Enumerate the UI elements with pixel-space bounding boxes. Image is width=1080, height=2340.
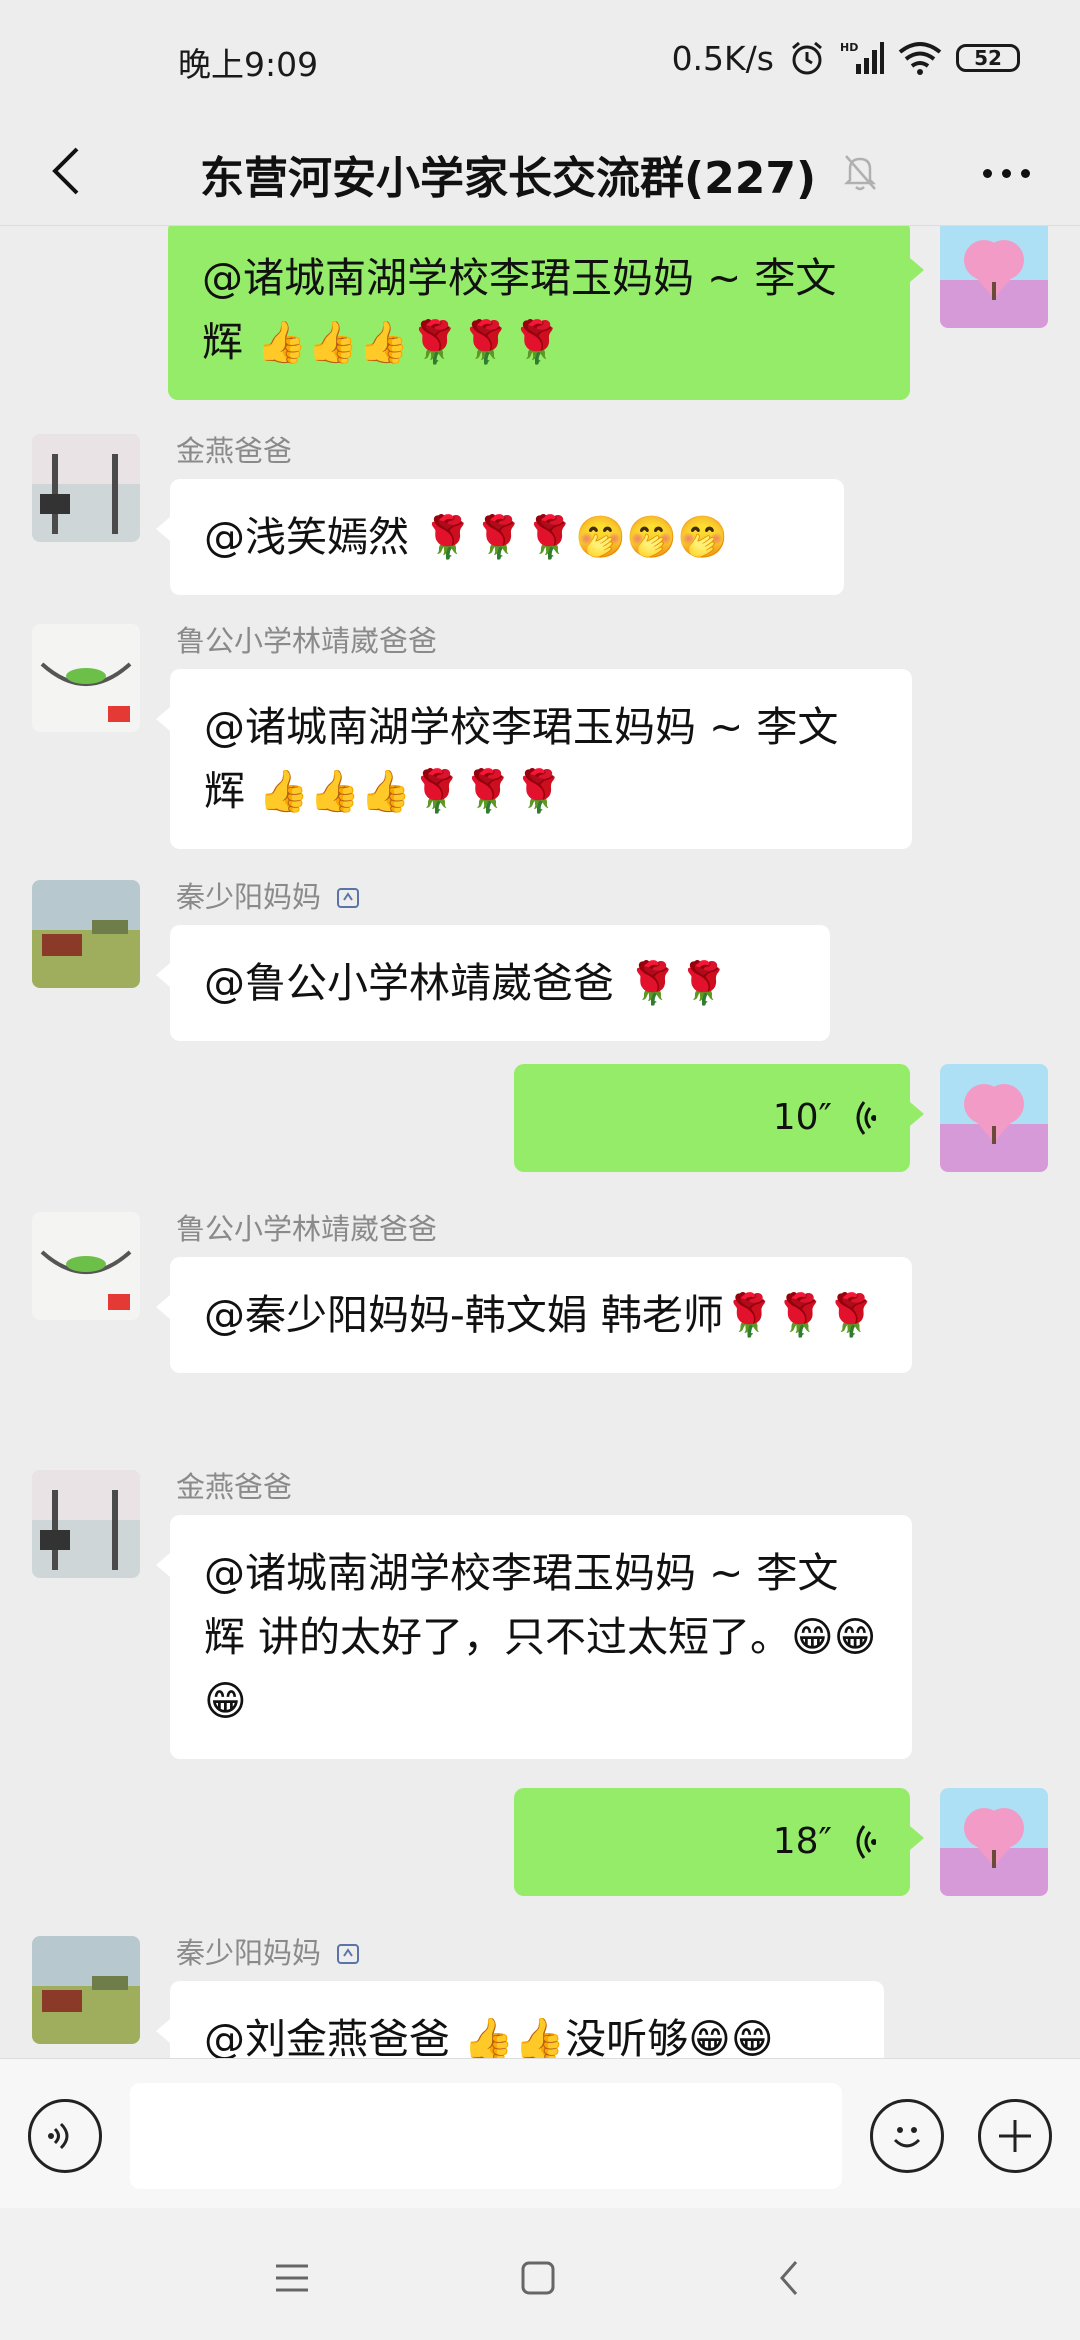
wifi-icon	[898, 42, 942, 75]
avatar[interactable]	[32, 624, 140, 732]
heart-tree-avatar-icon	[940, 1064, 1048, 1172]
battery-indicator: 52	[956, 44, 1020, 72]
avatar[interactable]	[32, 1212, 140, 1320]
heart-tree-avatar-icon	[940, 226, 1048, 328]
message-text: @鲁公小学林靖崴爸爸 🌹🌹	[204, 959, 730, 1007]
status-icons: 0.5K/s HD 52	[672, 36, 1020, 80]
avatar[interactable]	[940, 1064, 1048, 1172]
nav-home-button[interactable]	[508, 2248, 568, 2308]
voice-duration: 18″	[772, 1821, 832, 1862]
message-bubble[interactable]: @刘金燕爸爸 👍👍没听够😁😁	[156, 1981, 884, 2058]
voice-message-bubble[interactable]: 10″	[514, 1064, 924, 1172]
alarm-icon	[792, 41, 822, 75]
voice-duration: 10″	[772, 1097, 832, 1138]
svg-text:HD: HD	[840, 41, 858, 54]
chevron-left-icon	[780, 2261, 798, 2295]
avatar[interactable]	[32, 1936, 140, 2044]
message-text: @刘金燕爸爸 👍👍没听够😁😁	[204, 2015, 774, 2058]
heart-tree-avatar-icon	[940, 1788, 1048, 1896]
voice-input-button[interactable]	[28, 2099, 102, 2173]
more-options-button[interactable]	[966, 138, 1046, 208]
sender-name-text: 秦少阳妈妈	[176, 1936, 322, 1970]
message-bubble[interactable]: @秦少阳妈妈-韩文娟 韩老师🌹🌹🌹	[156, 1257, 912, 1373]
input-bar	[0, 2058, 1080, 2208]
nav-menu-button[interactable]	[262, 2248, 322, 2308]
cherry-blossom-avatar-icon	[32, 1470, 140, 1578]
message-bubble[interactable]: @诸城南湖学校李珺玉妈妈 ~ 李文辉 讲的太好了，只不过太短了。😁😁😁	[156, 1515, 912, 1759]
chat-header: 东营河安小学家长交流群(227)	[0, 118, 1080, 226]
more-functions-button[interactable]	[978, 2099, 1052, 2173]
verified-badge-icon	[337, 888, 360, 908]
sender-name: 秦少阳妈妈	[176, 874, 362, 916]
message-bubble[interactable]: @诸城南湖学校李珺玉妈妈 ~ 李文辉 👍👍👍🌹🌹🌹	[168, 226, 924, 400]
nav-back-button[interactable]	[758, 2248, 818, 2308]
avatar[interactable]	[940, 226, 1048, 328]
message-bubble[interactable]: @鲁公小学林靖崴爸爸 🌹🌹	[156, 925, 830, 1041]
message-text: @浅笑嫣然 🌹🌹🌹🤭🤭🤭	[204, 513, 729, 561]
avatar[interactable]	[32, 1470, 140, 1578]
verified-badge-icon	[337, 1944, 360, 1964]
message-bubble[interactable]: @诸城南湖学校李珺玉妈妈 ~ 李文辉 👍👍👍🌹🌹🌹	[156, 669, 912, 849]
more-dot-icon	[982, 168, 992, 178]
avatar[interactable]	[32, 434, 140, 542]
more-dot-icon	[1001, 168, 1011, 178]
message-input[interactable]	[130, 2083, 842, 2189]
hammock-avatar-icon	[32, 624, 140, 732]
emoji-button[interactable]	[870, 2099, 944, 2173]
sender-name: 金燕爸爸	[176, 1470, 293, 1504]
menu-icon	[276, 2264, 308, 2292]
system-nav-bar	[0, 2208, 1080, 2340]
voice-wave-icon	[856, 1101, 876, 1135]
signal-icon: HD	[840, 41, 884, 74]
status-time: 晚上9:09	[178, 45, 319, 84]
voice-wave-icon	[48, 2122, 69, 2150]
voice-wave-icon	[856, 1825, 876, 1859]
chat-title: 东营河安小学家长交流群(227)	[200, 153, 817, 204]
sender-name-text: 秦少阳妈妈	[176, 880, 322, 914]
message-text: @诸城南湖学校李珺玉妈妈 ~ 李文辉 👍👍👍🌹🌹🌹	[202, 254, 837, 366]
chevron-left-icon	[52, 147, 79, 195]
message-text: @诸城南湖学校李珺玉妈妈 ~ 李文辉 👍👍👍🌹🌹🌹	[204, 703, 839, 815]
message-text: @诸城南湖学校李珺玉妈妈 ~ 李文辉 讲的太好了，只不过太短了。😁😁😁	[204, 1549, 877, 1725]
message-text: @秦少阳妈妈-韩文娟 韩老师🌹🌹🌹	[204, 1291, 877, 1339]
mute-bell-icon	[842, 152, 878, 196]
cherry-blossom-avatar-icon	[32, 434, 140, 542]
sender-name: 秦少阳妈妈	[176, 1930, 362, 1972]
avatar[interactable]	[940, 1788, 1048, 1896]
avatar[interactable]	[32, 880, 140, 988]
sender-name: 金燕爸爸	[176, 434, 293, 468]
status-bar: 晚上9:09 0.5K/s HD 52	[0, 0, 1080, 118]
plus-icon	[999, 2120, 1031, 2152]
back-button[interactable]	[30, 136, 100, 206]
net-speed: 0.5K/s	[671, 38, 774, 78]
smiley-icon	[893, 2127, 921, 2148]
sender-name: 鲁公小学林靖崴爸爸	[176, 624, 438, 658]
message-bubble[interactable]: @浅笑嫣然 🌹🌹🌹🤭🤭🤭	[156, 479, 844, 595]
field-tractor-avatar-icon	[32, 1936, 140, 2044]
sender-name: 鲁公小学林靖崴爸爸	[176, 1212, 438, 1246]
home-square-icon	[521, 2261, 555, 2295]
field-tractor-avatar-icon	[32, 880, 140, 988]
hammock-avatar-icon	[32, 1212, 140, 1320]
more-dot-icon	[1020, 168, 1030, 178]
voice-message-bubble[interactable]: 18″	[514, 1788, 924, 1896]
message-list[interactable]: @诸城南湖学校李珺玉妈妈 ~ 李文辉 👍👍👍🌹🌹🌹 金燕爸爸 @浅笑嫣然 🌹🌹🌹…	[0, 226, 1080, 2058]
